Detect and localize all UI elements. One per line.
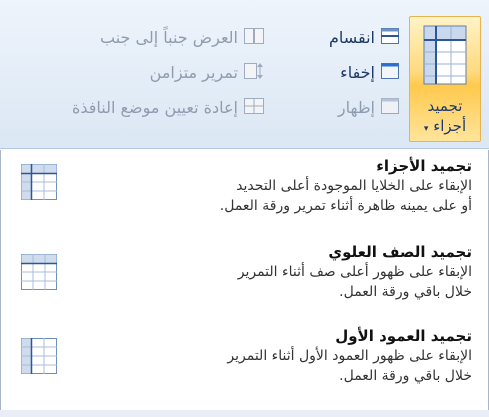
menu-item-freeze-top-row[interactable]: تجميد الصف العلوي الإبقاء على ظهور أعلى … [9, 242, 472, 322]
freeze-panes-icon [21, 164, 57, 200]
freeze-panes-large-icon [423, 25, 467, 85]
hide-button[interactable]: إخفاء [340, 61, 399, 85]
side-by-side-icon [244, 27, 264, 51]
unhide-button[interactable]: إظهار [338, 96, 399, 120]
unhide-window-icon [381, 97, 399, 121]
split-button[interactable]: انقسام [329, 26, 399, 50]
freeze-panes-menu: تجميد الأجزاء الإبقاء على الخلايا الموجو… [0, 150, 489, 417]
dropdown-arrow-icon: ▾ [423, 124, 429, 134]
freeze-first-column-icon [21, 338, 57, 374]
freeze-panes-label: تجميد [427, 97, 463, 115]
menu-item-desc: خلال باقي ورقة العمل. [339, 284, 472, 300]
menu-item-freeze-panes[interactable]: تجميد الأجزاء الإبقاء على الخلايا الموجو… [9, 156, 472, 236]
freeze-top-row-icon [21, 254, 57, 290]
reset-window-position-button[interactable]: إعادة تعيين موضع النافذة [72, 96, 264, 120]
menu-item-freeze-first-column[interactable]: تجميد العمود الأول الإبقاء على ظهور العم… [9, 326, 472, 406]
ribbon-window-group: تجميد أجزاء ▾ انقسام إخفاء إظهار العرض ج… [0, 0, 489, 149]
menu-item-title: تجميد الصف العلوي [328, 243, 472, 261]
menu-item-title: تجميد العمود الأول [335, 327, 472, 345]
reset-position-icon [244, 97, 264, 121]
freeze-panes-button[interactable]: تجميد أجزاء ▾ [409, 16, 481, 142]
freeze-panes-label-2: أجزاء ▾ [423, 117, 467, 135]
menu-item-desc: خلال باقي ورقة العمل. [339, 368, 472, 384]
menu-item-desc: أو على يمينه ظاهرة أثناء تمرير ورقة العم… [219, 198, 472, 214]
split-icon [381, 27, 399, 51]
menu-item-desc: الإبقاء على الخلايا الموجودة أعلى التحدي… [236, 178, 472, 194]
sync-scroll-icon [244, 62, 264, 86]
view-side-by-side-button[interactable]: العرض جنباً إلى جنب [100, 26, 264, 50]
menu-item-title: تجميد الأجزاء [376, 157, 472, 175]
menu-item-desc: الإبقاء على ظهور أعلى صف أثناء التمرير [237, 264, 472, 280]
synchronous-scrolling-button[interactable]: تمرير متزامن [150, 61, 264, 85]
hide-window-icon [381, 62, 399, 86]
menu-frame: تجميد الأجزاء الإبقاء على الخلايا الموجو… [0, 150, 489, 411]
worksheet-edge [0, 410, 489, 417]
menu-item-desc: الإبقاء على ظهور العمود الأول أثناء التم… [227, 348, 472, 364]
